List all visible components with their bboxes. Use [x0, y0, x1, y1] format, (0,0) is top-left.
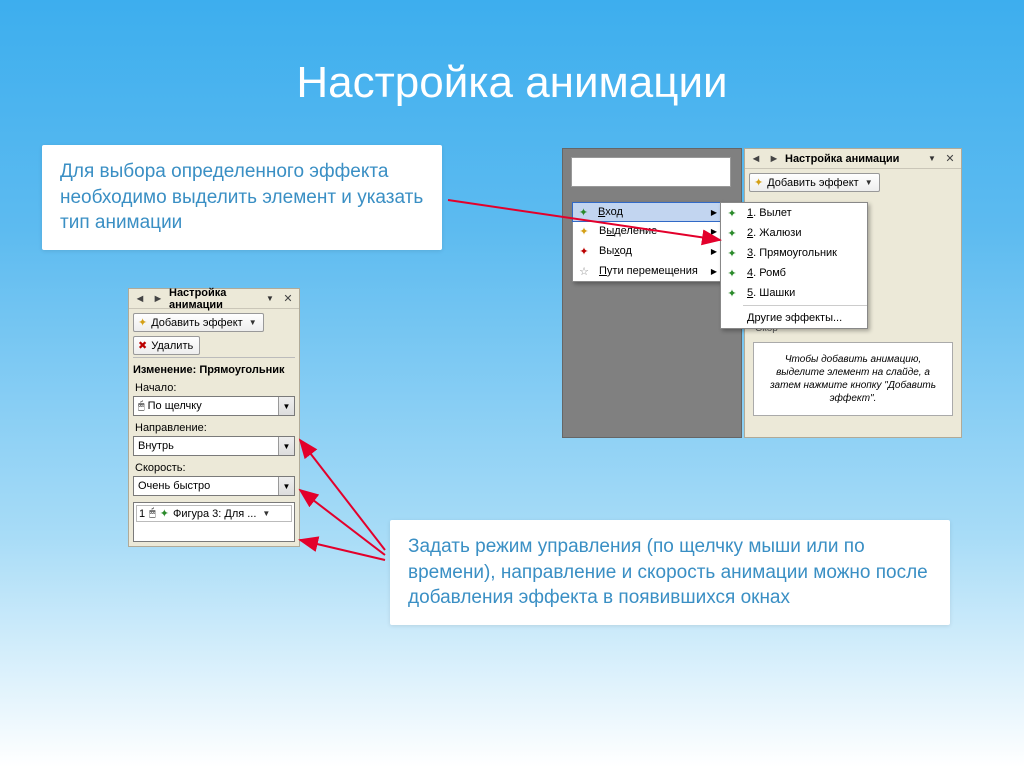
direction-value: Внутрь — [138, 440, 174, 452]
menu-item-fly-in[interactable]: ✦ 1. Вылет — [721, 203, 867, 223]
mouse-icon: 🖱 — [138, 400, 145, 413]
menu-item-checkerboard[interactable]: ✦ 5. Шашки — [721, 283, 867, 303]
remove-label: Удалить — [151, 340, 193, 352]
callout-select-effect: Для выбора определенного эффекта необход… — [42, 145, 442, 250]
menu-item-more-effects[interactable]: Другие эффекты... — [721, 308, 867, 328]
animation-pane-left: ◄ ► Настройка анимации ▼ ✕ ✦ Добавить эф… — [128, 288, 300, 547]
close-icon[interactable]: ✕ — [281, 292, 295, 306]
star-icon: ✦ — [721, 267, 743, 280]
path-icon: ☆ — [573, 265, 595, 278]
add-effect-button[interactable]: ✦ Добавить эффект ▼ — [749, 173, 880, 192]
back-icon[interactable]: ◄ — [133, 292, 147, 306]
menu-label: 2. Жалюзи — [743, 227, 853, 239]
forward-icon[interactable]: ► — [151, 292, 165, 306]
list-item[interactable]: 1 🖱 ✦ Фигура 3: Для ... ▼ — [136, 505, 292, 522]
star-icon: ✦ — [573, 225, 595, 238]
star-icon: ✦ — [160, 507, 169, 520]
menu-label: Выделение — [595, 225, 707, 237]
star-icon: ✦ — [573, 245, 595, 258]
chevron-right-icon: ▶ — [711, 267, 717, 276]
star-icon: ✦ — [573, 206, 594, 219]
menu-label: Вход — [594, 206, 708, 218]
close-icon[interactable]: ✕ — [943, 152, 957, 166]
add-effect-button[interactable]: ✦ Добавить эффект ▼ — [133, 313, 264, 332]
chevron-right-icon: ▶ — [711, 227, 717, 236]
menu-label: Выход — [595, 245, 707, 257]
chevron-down-icon[interactable]: ▼ — [278, 437, 294, 455]
start-combo[interactable]: 🖱По щелчку ▼ — [133, 396, 295, 416]
callout-control-settings: Задать режим управления (по щелчку мыши … — [390, 520, 950, 625]
menu-label: Пути перемещения — [595, 265, 707, 277]
item-number: 1 — [139, 508, 145, 520]
effects-listbox[interactable]: 1 🖱 ✦ Фигура 3: Для ... ▼ — [133, 502, 295, 542]
chevron-down-icon: ▼ — [865, 178, 873, 187]
dropdown-icon[interactable]: ▼ — [925, 152, 939, 166]
chevron-down-icon: ▼ — [262, 509, 270, 518]
menu-label: Другие эффекты... — [743, 312, 853, 324]
menu-item-blinds[interactable]: ✦ 2. Жалюзи — [721, 223, 867, 243]
dropdown-icon[interactable]: ▼ — [263, 292, 277, 306]
pane-title: Настройка анимации — [169, 287, 257, 311]
speed-combo[interactable]: Очень быстро ▼ — [133, 476, 295, 496]
add-effect-label: Добавить эффект — [151, 317, 242, 329]
pane-header: ◄ ► Настройка анимации ▼ ✕ — [129, 289, 299, 309]
change-section-title: Изменение: Прямоугольник — [133, 364, 295, 376]
pane-title: Настройка анимации — [785, 153, 919, 165]
slide-title: Настройка анимации — [0, 0, 1024, 108]
start-value: По щелчку — [148, 400, 202, 412]
menu-label: 5. Шашки — [743, 287, 853, 299]
remove-button[interactable]: ✖ Удалить — [133, 336, 200, 355]
chevron-right-icon: ▶ — [711, 208, 717, 217]
star-icon: ✦ — [721, 207, 743, 220]
direction-label: Направление: — [135, 422, 293, 434]
menu-item-emphasis[interactable]: ✦ Выделение ▶ — [573, 221, 721, 241]
chevron-right-icon: ▶ — [711, 247, 717, 256]
menu-item-entrance[interactable]: ✦ Вход ▶ — [572, 202, 722, 222]
back-icon[interactable]: ◄ — [749, 152, 763, 166]
mouse-icon: 🖱 — [149, 507, 156, 520]
chevron-down-icon[interactable]: ▼ — [278, 477, 294, 495]
menu-label: 4. Ромб — [743, 267, 853, 279]
add-effect-label: Добавить эффект — [767, 177, 858, 189]
tip-text: Чтобы добавить анимацию, выделите элемен… — [753, 342, 953, 416]
x-icon: ✖ — [138, 339, 147, 352]
menu-label: 3. Прямоугольник — [743, 247, 853, 259]
direction-combo[interactable]: Внутрь ▼ — [133, 436, 295, 456]
star-icon: ✦ — [138, 316, 147, 329]
slide-preview — [562, 148, 742, 438]
chevron-down-icon[interactable]: ▼ — [278, 397, 294, 415]
menu-label: 1. Вылет — [743, 207, 853, 219]
entrance-submenu[interactable]: ✦ 1. Вылет ✦ 2. Жалюзи ✦ 3. Прямоугольни… — [720, 202, 868, 329]
star-icon: ✦ — [721, 287, 743, 300]
star-icon: ✦ — [721, 247, 743, 260]
pane-header: ◄ ► Настройка анимации ▼ ✕ — [745, 149, 961, 169]
star-icon: ✦ — [754, 176, 763, 189]
menu-item-box[interactable]: ✦ 3. Прямоугольник — [721, 243, 867, 263]
forward-icon[interactable]: ► — [767, 152, 781, 166]
start-label: Начало: — [135, 382, 293, 394]
menu-item-motion-paths[interactable]: ☆ Пути перемещения ▶ — [573, 261, 721, 281]
add-effect-menu[interactable]: ✦ Вход ▶ ✦ Выделение ▶ ✦ Выход ▶ ☆ Пути … — [572, 202, 722, 282]
speed-value: Очень быстро — [138, 480, 210, 492]
item-label: Фигура 3: Для ... — [173, 508, 256, 520]
speed-label: Скорость: — [135, 462, 293, 474]
chevron-down-icon: ▼ — [249, 318, 257, 327]
menu-item-diamond[interactable]: ✦ 4. Ромб — [721, 263, 867, 283]
star-icon: ✦ — [721, 227, 743, 240]
menu-item-exit[interactable]: ✦ Выход ▶ — [573, 241, 721, 261]
